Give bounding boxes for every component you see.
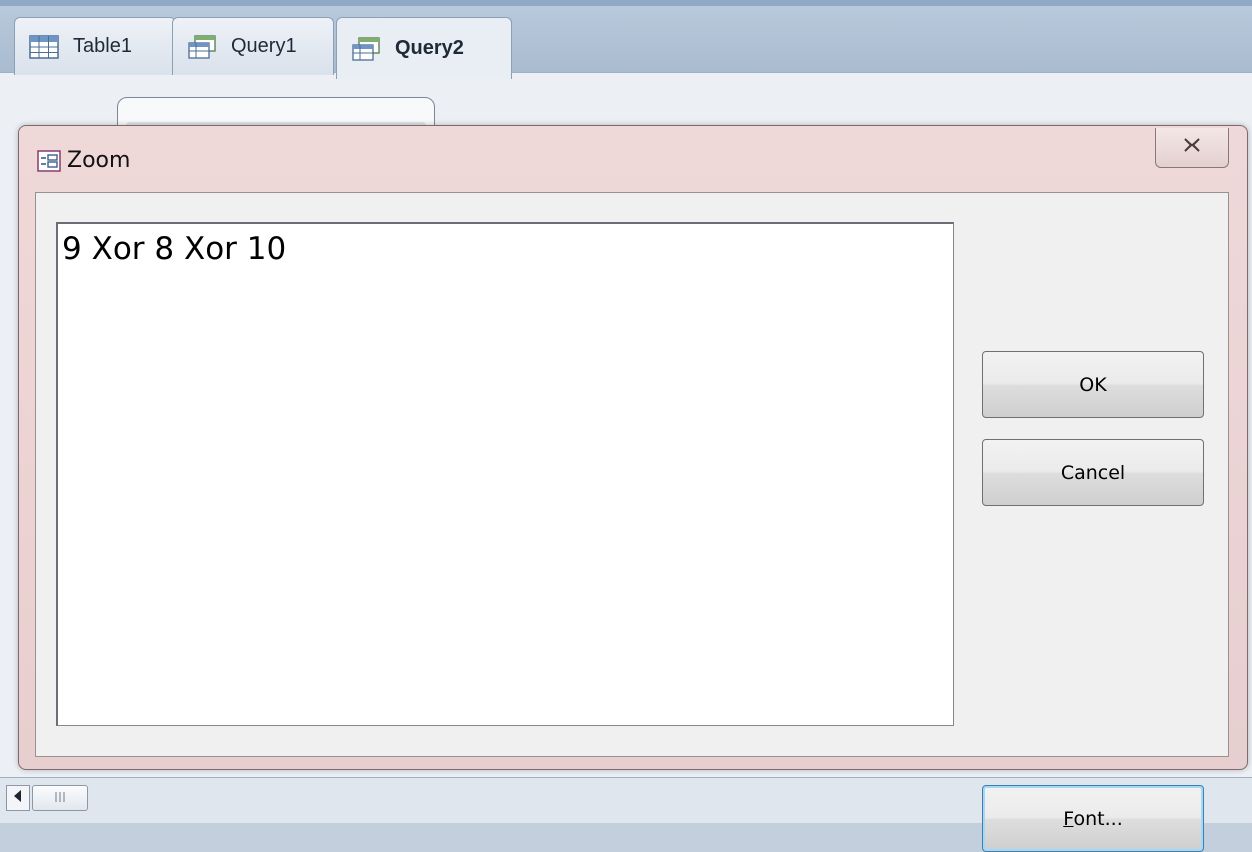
ok-button[interactable]: OK	[982, 351, 1204, 418]
grip-icon	[53, 789, 67, 807]
scroll-thumb[interactable]	[32, 785, 88, 811]
document-tab-strip: Table1 Query1 Query2	[0, 0, 1252, 79]
dialog-title: Zoom	[67, 148, 131, 173]
tab-table1-label: Table1	[73, 35, 132, 57]
zoom-dialog: Zoom 9 Xor 8 Xor 10 OK Cancel Font...	[18, 125, 1248, 852]
dialog-title-bar[interactable]: Zoom	[19, 126, 1247, 191]
tab-query1[interactable]: Query1	[172, 17, 334, 75]
ok-button-label: OK	[1079, 373, 1107, 396]
dialog-client-area: 9 Xor 8 Xor 10 OK Cancel Font...	[35, 192, 1229, 852]
tab-query2[interactable]: Query2	[336, 17, 512, 79]
tab-table1[interactable]: Table1	[14, 17, 176, 75]
zoom-form-icon	[37, 150, 61, 172]
scroll-left-button[interactable]	[6, 785, 30, 811]
query-icon	[351, 36, 381, 61]
close-icon	[1182, 137, 1202, 158]
zoom-text-area[interactable]: 9 Xor 8 Xor 10	[56, 222, 954, 726]
close-button[interactable]	[1155, 128, 1229, 168]
cancel-button-label: Cancel	[1060, 461, 1126, 484]
font-button-label-rest: ont...	[1073, 807, 1123, 830]
table-icon	[29, 34, 59, 59]
tab-query1-label: Query1	[231, 35, 297, 57]
tab-query2-label: Query2	[395, 37, 464, 59]
cancel-button[interactable]: Cancel	[982, 439, 1204, 506]
triangle-left-icon	[13, 789, 23, 807]
font-button-label: Font...	[1063, 808, 1123, 830]
font-button[interactable]: Font...	[982, 785, 1204, 852]
font-accelerator-key: F	[1063, 807, 1074, 830]
query-icon	[187, 34, 217, 59]
